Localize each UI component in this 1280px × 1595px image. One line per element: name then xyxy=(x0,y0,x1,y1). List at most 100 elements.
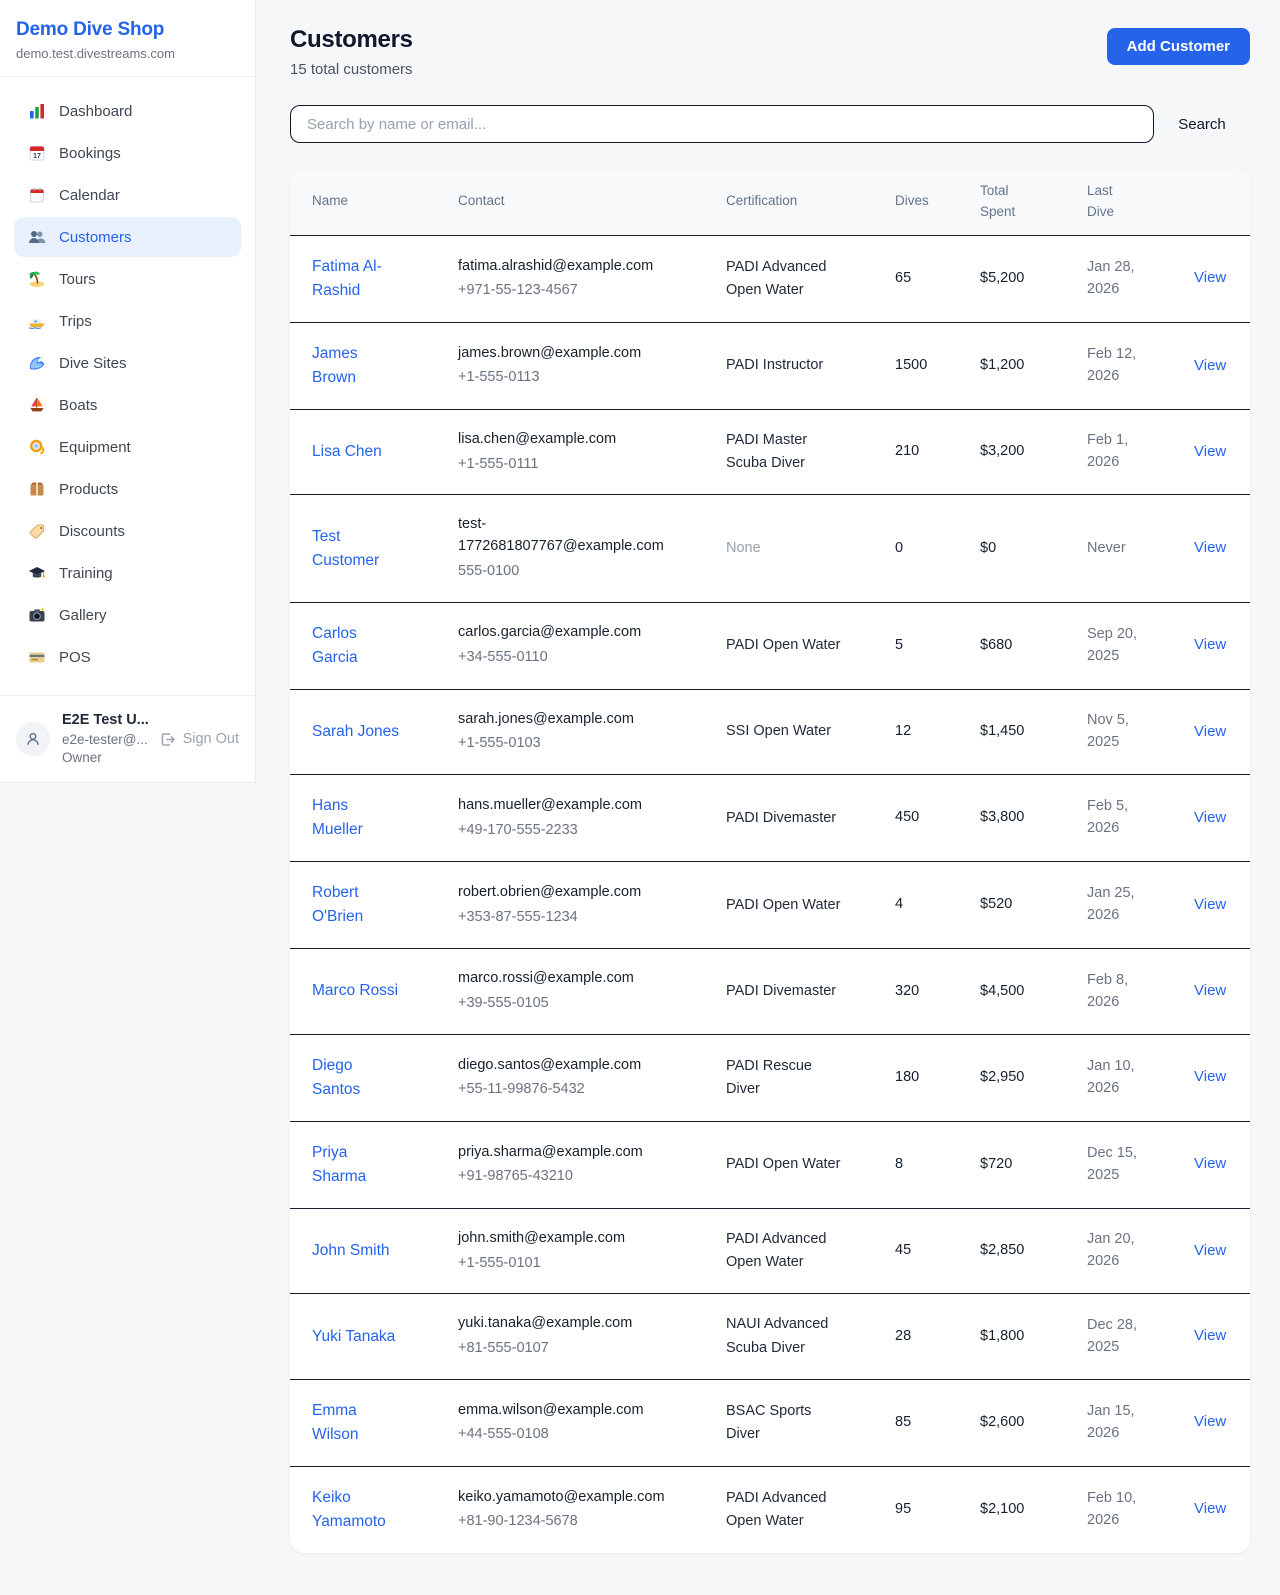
view-link[interactable]: View xyxy=(1194,539,1226,556)
customer-phone: +34-555-0110 xyxy=(458,647,720,669)
col-dives-header: Dives xyxy=(895,169,980,235)
last-dive-date: Dec 15, 2025 xyxy=(1087,1143,1151,1187)
table-row: Keiko Yamamoto keiko.yamamoto@example.co… xyxy=(290,1466,1250,1553)
customer-phone: +1-555-0101 xyxy=(458,1253,720,1275)
certification: PADI Divemaster xyxy=(726,807,842,830)
customer-name-link[interactable]: Diego Santos xyxy=(312,1054,400,1102)
last-dive-date: Feb 1, 2026 xyxy=(1087,430,1151,474)
view-link[interactable]: View xyxy=(1194,1413,1226,1430)
dives-count: 95 xyxy=(895,1501,911,1517)
col-name-header: Name xyxy=(290,169,458,235)
view-link[interactable]: View xyxy=(1194,269,1226,286)
search-input[interactable] xyxy=(290,105,1154,143)
customer-phone: +1-555-0111 xyxy=(458,454,720,476)
view-link[interactable]: View xyxy=(1194,982,1226,999)
last-dive-date: Dec 28, 2025 xyxy=(1087,1315,1151,1359)
sidebar-item-products[interactable]: Products xyxy=(14,469,241,509)
sidebar-item-calendar[interactable]: Calendar xyxy=(14,175,241,215)
view-link[interactable]: View xyxy=(1194,443,1226,460)
view-link[interactable]: View xyxy=(1194,896,1226,913)
title-block: Customers 15 total customers xyxy=(290,26,413,78)
customer-name-link[interactable]: Yuki Tanaka xyxy=(312,1325,395,1349)
sidebar-item-dive-sites[interactable]: Dive Sites xyxy=(14,343,241,383)
total-spent: $1,800 xyxy=(980,1328,1024,1344)
total-spent: $5,200 xyxy=(980,270,1024,286)
customer-name-link[interactable]: Emma Wilson xyxy=(312,1399,400,1447)
dives-count: 210 xyxy=(895,443,919,459)
certification: PADI Master Scuba Diver xyxy=(726,429,842,475)
sidebar-item-discounts[interactable]: Discounts xyxy=(14,511,241,551)
icon-package xyxy=(28,480,46,498)
customer-email: james.brown@example.com xyxy=(458,343,666,365)
customer-name-link[interactable]: Priya Sharma xyxy=(312,1141,400,1189)
sidebar-item-boats[interactable]: Boats xyxy=(14,385,241,425)
person-icon xyxy=(24,730,42,748)
view-link[interactable]: View xyxy=(1194,1155,1226,1172)
certification: PADI Instructor xyxy=(726,354,842,377)
customer-name-link[interactable]: Marco Rossi xyxy=(312,979,398,1003)
search-button[interactable]: Search xyxy=(1154,116,1250,133)
user-box: E2E Test U... e2e-tester@... Owner Sign … xyxy=(0,695,255,782)
add-customer-button[interactable]: Add Customer xyxy=(1107,28,1250,65)
view-link[interactable]: View xyxy=(1194,1500,1226,1517)
sidebar-item-trips[interactable]: Trips xyxy=(14,301,241,341)
view-link[interactable]: View xyxy=(1194,1327,1226,1344)
certification: NAUI Advanced Scuba Diver xyxy=(726,1313,842,1359)
sidebar-item-dashboard[interactable]: Dashboard xyxy=(14,91,241,131)
sidebar-item-bookings[interactable]: Bookings xyxy=(14,133,241,173)
customer-email: diego.santos@example.com xyxy=(458,1055,666,1077)
view-link[interactable]: View xyxy=(1194,723,1226,740)
icon-spiral-calendar xyxy=(28,186,46,204)
view-link[interactable]: View xyxy=(1194,636,1226,653)
last-dive-date: Feb 5, 2026 xyxy=(1087,796,1151,840)
sidebar-item-equipment[interactable]: Equipment xyxy=(14,427,241,467)
view-link[interactable]: View xyxy=(1194,1242,1226,1259)
customer-email: sarah.jones@example.com xyxy=(458,709,666,731)
dives-count: 450 xyxy=(895,809,919,825)
last-dive-date: Feb 8, 2026 xyxy=(1087,970,1151,1014)
table-row: Emma Wilson emma.wilson@example.com +44-… xyxy=(290,1379,1250,1466)
customer-count: 15 total customers xyxy=(290,61,413,78)
customer-phone: +81-90-1234-5678 xyxy=(458,1511,720,1533)
sidebar-item-customers[interactable]: Customers xyxy=(14,217,241,257)
customer-name-link[interactable]: Sarah Jones xyxy=(312,720,399,744)
customer-name-link[interactable]: Test Customer xyxy=(312,525,400,573)
col-actions-header xyxy=(1194,169,1250,235)
table-row: Marco Rossi marco.rossi@example.com +39-… xyxy=(290,949,1250,1035)
logout-icon xyxy=(159,731,176,748)
view-link[interactable]: View xyxy=(1194,809,1226,826)
total-spent: $2,950 xyxy=(980,1069,1024,1085)
sidebar-item-training[interactable]: Training xyxy=(14,553,241,593)
customer-email: emma.wilson@example.com xyxy=(458,1400,666,1422)
view-link[interactable]: View xyxy=(1194,1068,1226,1085)
customer-name-link[interactable]: Robert O'Brien xyxy=(312,881,400,929)
customer-name-link[interactable]: John Smith xyxy=(312,1239,390,1263)
dives-count: 4 xyxy=(895,896,903,912)
sign-out-button[interactable]: Sign Out xyxy=(159,731,239,748)
customer-phone: +1-555-0113 xyxy=(458,367,720,389)
customer-email: test-1772681807767@example.com xyxy=(458,514,666,558)
customer-name-link[interactable]: Fatima Al-Rashid xyxy=(312,255,400,303)
sidebar-item-gallery[interactable]: Gallery xyxy=(14,595,241,635)
certification: PADI Open Water xyxy=(726,1153,842,1176)
user-info: E2E Test U... e2e-tester@... Owner xyxy=(62,711,147,767)
total-spent: $3,800 xyxy=(980,809,1024,825)
table-row: Lisa Chen lisa.chen@example.com +1-555-0… xyxy=(290,409,1250,495)
table-row: Yuki Tanaka yuki.tanaka@example.com +81-… xyxy=(290,1294,1250,1380)
last-dive-date: Feb 12, 2026 xyxy=(1087,344,1151,388)
customer-name-link[interactable]: Carlos Garcia xyxy=(312,622,400,670)
sidebar: Demo Dive Shop demo.test.divestreams.com… xyxy=(0,0,256,783)
sidebar-item-pos[interactable]: POS xyxy=(14,637,241,677)
last-dive-date: Jan 25, 2026 xyxy=(1087,883,1151,927)
dives-count: 8 xyxy=(895,1156,903,1172)
customer-phone: +39-555-0105 xyxy=(458,993,720,1015)
avatar xyxy=(16,722,50,756)
customer-name-link[interactable]: Lisa Chen xyxy=(312,440,382,464)
sidebar-item-tours[interactable]: Tours xyxy=(14,259,241,299)
view-link[interactable]: View xyxy=(1194,357,1226,374)
customer-name-link[interactable]: James Brown xyxy=(312,342,400,390)
total-spent: $1,200 xyxy=(980,357,1024,373)
customer-name-link[interactable]: Keiko Yamamoto xyxy=(312,1486,400,1534)
customer-name-link[interactable]: Hans Mueller xyxy=(312,794,400,842)
customer-phone: 555-0100 xyxy=(458,561,720,583)
